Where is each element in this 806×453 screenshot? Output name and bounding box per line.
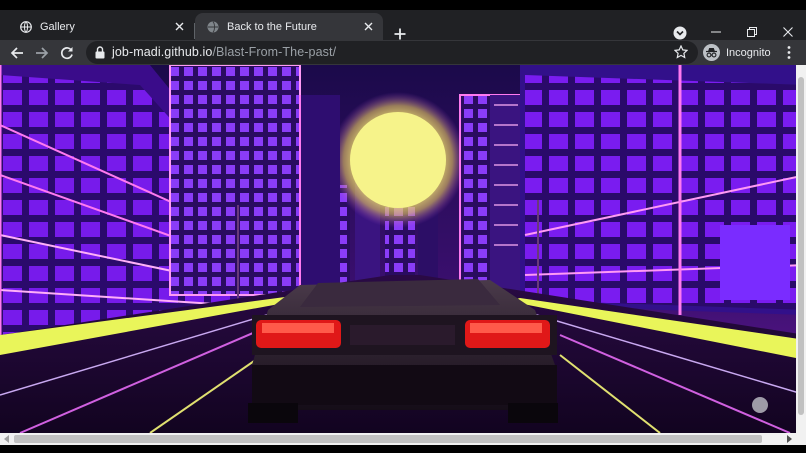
tab-strip: Gallery Back to the Future	[0, 10, 806, 40]
car	[248, 279, 558, 423]
vertical-scrollbar[interactable]	[796, 65, 806, 433]
globe-icon	[20, 20, 32, 33]
tab-gallery[interactable]: Gallery	[8, 13, 194, 40]
profile-label: Incognito	[726, 46, 771, 59]
address-bar[interactable]: job-madi.github.io/Blast-From-The-past/	[86, 41, 698, 64]
watermark-icon	[752, 397, 768, 413]
page-viewport	[0, 65, 806, 433]
tab-back-to-the-future[interactable]: Back to the Future	[195, 13, 383, 40]
tab-title: Gallery	[40, 20, 75, 33]
url-host: job-madi.github.io	[112, 45, 213, 59]
close-tab-icon[interactable]	[172, 19, 186, 33]
browser-toolbar: job-madi.github.io/Blast-From-The-past/ …	[0, 40, 806, 65]
reload-icon[interactable]	[58, 44, 76, 62]
vertical-scrollbar-thumb[interactable]	[798, 77, 804, 415]
close-window-icon[interactable]	[780, 24, 796, 40]
tab-title: Back to the Future	[227, 20, 317, 33]
forward-arrow-icon[interactable]	[33, 44, 51, 62]
horizontal-scrollbar[interactable]	[0, 433, 806, 445]
minimize-icon[interactable]	[708, 24, 724, 40]
window-top-edge	[0, 0, 806, 10]
bookmark-star-icon[interactable]	[673, 44, 689, 59]
back-arrow-icon[interactable]	[8, 44, 26, 62]
tab-search-chevron-icon[interactable]	[673, 26, 687, 40]
close-tab-icon[interactable]	[361, 19, 375, 33]
scroll-right-arrow-icon[interactable]	[784, 435, 794, 443]
horizontal-scrollbar-thumb[interactable]	[14, 435, 762, 443]
restore-window-icon[interactable]	[744, 24, 760, 40]
url-text: job-madi.github.io/Blast-From-The-past/	[112, 45, 336, 59]
incognito-profile-button[interactable]: Incognito	[701, 43, 773, 62]
url-path: /Blast-From-The-past/	[212, 45, 337, 59]
globe-icon	[207, 20, 219, 33]
kebab-menu-icon[interactable]	[782, 45, 796, 60]
incognito-icon	[703, 44, 720, 61]
lock-icon[interactable]	[95, 46, 105, 59]
window-bottom-edge	[0, 445, 806, 453]
scroll-left-arrow-icon[interactable]	[2, 435, 12, 443]
synthwave-video-scene	[0, 65, 806, 433]
